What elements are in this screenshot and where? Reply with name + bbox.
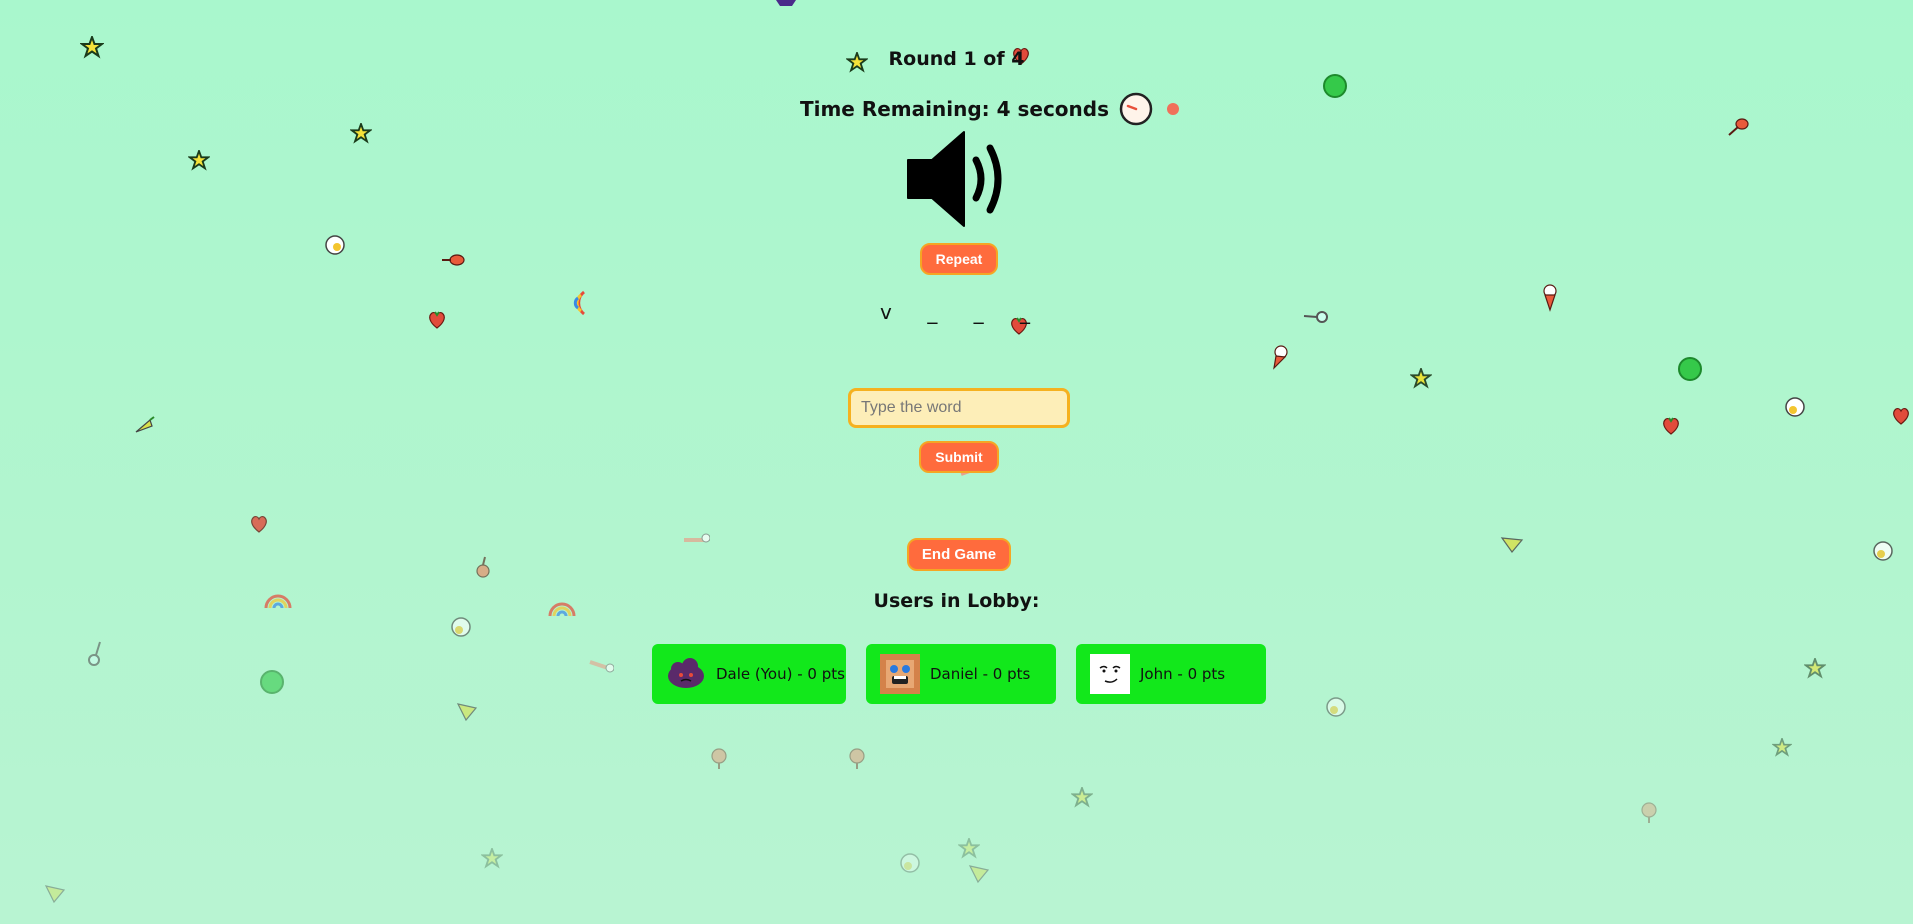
green-dot xyxy=(260,670,284,694)
strawberry-sticker xyxy=(1890,404,1912,426)
bone-sticker xyxy=(586,656,614,674)
drumstick-sticker xyxy=(440,252,466,268)
star-sticker xyxy=(188,150,210,172)
egg-sticker xyxy=(1325,696,1347,718)
carrot-sticker xyxy=(44,882,66,904)
player-card: Dale (You) - 0 pts xyxy=(652,644,846,704)
letter-slot: _ xyxy=(927,300,940,324)
recording-dot xyxy=(1167,103,1180,115)
egg-sticker xyxy=(1872,540,1894,562)
smirk-face-avatar xyxy=(1090,654,1130,694)
strawberry-sticker xyxy=(1660,414,1682,436)
player-card: Daniel - 0 pts xyxy=(866,644,1056,704)
player-label: John - 0 pts xyxy=(1140,665,1226,683)
purple-cloud-avatar xyxy=(668,658,704,688)
pear-sticker xyxy=(474,554,492,580)
clock-icon xyxy=(1119,92,1153,126)
green-dot xyxy=(1678,357,1702,381)
star-sticker xyxy=(1772,738,1792,758)
icecream-sticker xyxy=(1268,344,1288,370)
bone-sticker xyxy=(680,532,710,548)
letter-slot: v xyxy=(880,300,894,324)
star-sticker xyxy=(958,838,980,860)
timer-row: Time Remaining: 4 seconds xyxy=(0,92,1913,126)
strawberry-sticker xyxy=(248,512,270,534)
egg-sticker xyxy=(450,616,472,638)
letter-slot: _ xyxy=(1020,300,1033,324)
purple-blob-sticker xyxy=(774,0,798,8)
tuft-sticker xyxy=(1638,800,1660,824)
carrot-sticker xyxy=(132,414,156,438)
tuft-sticker xyxy=(708,746,730,770)
carrot-sticker xyxy=(456,700,478,722)
word-slots: v _ _ _ xyxy=(0,300,1913,324)
player-label: Daniel - 0 pts xyxy=(930,665,1031,683)
word-guess-input[interactable] xyxy=(848,388,1070,428)
lobby-title: Users in Lobby: xyxy=(873,590,1040,612)
egg-sticker xyxy=(1784,396,1806,418)
star-sticker xyxy=(481,848,503,870)
player-card: John - 0 pts xyxy=(1076,644,1266,704)
carrot-sticker xyxy=(1500,534,1526,556)
star-sticker xyxy=(1071,787,1093,809)
star-sticker xyxy=(1804,658,1826,680)
end-game-button[interactable]: End Game xyxy=(907,538,1011,571)
repeat-button[interactable]: Repeat xyxy=(920,243,998,275)
letter-slot: _ xyxy=(973,300,986,324)
player-label: Dale (You) - 0 pts xyxy=(716,665,845,683)
star-sticker xyxy=(1410,368,1432,390)
submit-button[interactable]: Submit xyxy=(919,441,999,473)
egg-sticker xyxy=(324,234,346,256)
magnifier-sticker xyxy=(86,640,104,668)
round-indicator: Round 1 of 4 xyxy=(888,48,1025,70)
tuft-sticker xyxy=(846,746,868,770)
star-sticker xyxy=(350,123,372,145)
carrot-sticker xyxy=(968,862,990,884)
speaker-volume-icon[interactable] xyxy=(906,130,1012,228)
egg-sticker xyxy=(899,852,921,874)
time-remaining-label: Time Remaining: 4 seconds xyxy=(799,97,1110,121)
crying-face-avatar xyxy=(880,654,920,694)
